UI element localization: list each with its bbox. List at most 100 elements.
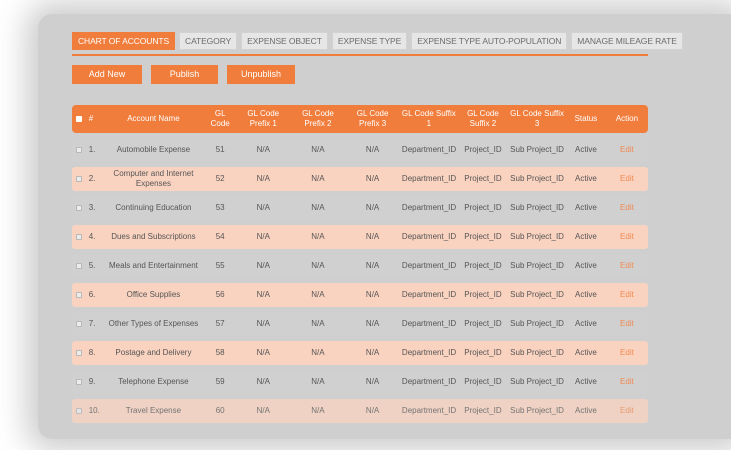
prefix-1-cell: N/A <box>235 225 291 249</box>
edit-link[interactable]: Edit <box>620 377 634 386</box>
account-name-cell: Travel Expense <box>102 399 205 423</box>
header-status[interactable]: Status <box>565 105 606 133</box>
row-checkbox[interactable] <box>76 349 83 356</box>
action-cell: Edit <box>605 254 648 278</box>
content-area: CHART OF ACCOUNTS CATEGORY EXPENSE OBJEC… <box>72 32 683 428</box>
gl-code-cell: 56 <box>204 283 236 307</box>
row-checkbox[interactable] <box>76 291 83 298</box>
table-row: 9. Telephone Expense 59 N/A N/A N/A Depa… <box>72 370 648 394</box>
table-row: 7. Other Types of Expenses 57 N/A N/A N/… <box>72 312 648 336</box>
suffix-3-cell: Sub Project_ID <box>508 167 566 191</box>
header-gl-prefix-3[interactable]: GL Code Prefix 3 <box>345 105 400 133</box>
gl-code-cell: 55 <box>204 254 236 278</box>
prefix-2-cell: N/A <box>290 138 346 162</box>
header-gl-suffix-3[interactable]: GL Code Suffix 3 <box>508 105 566 133</box>
unpublish-button[interactable]: Unpublish <box>227 65 295 84</box>
gl-code-cell: 54 <box>204 225 236 249</box>
header-gl-code[interactable]: GL Code <box>204 105 236 133</box>
action-cell: Edit <box>605 312 648 336</box>
row-checkbox[interactable] <box>76 378 83 385</box>
row-checkbox[interactable] <box>76 262 83 269</box>
account-name-cell: Postage and Delivery <box>102 341 205 365</box>
row-checkbox[interactable] <box>76 320 83 327</box>
gl-code-cell: 58 <box>204 341 236 365</box>
row-checkbox[interactable] <box>76 146 83 153</box>
suffix-1-cell: Department_ID <box>399 225 458 249</box>
prefix-3-cell: N/A <box>345 167 400 191</box>
select-all-cell <box>72 105 87 133</box>
prefix-3-cell: N/A <box>345 225 400 249</box>
account-name-cell: Dues and Subscriptions <box>102 225 205 249</box>
action-cell: Edit <box>605 225 648 249</box>
status-cell: Active <box>565 399 606 423</box>
suffix-2-cell: Project_ID <box>457 341 509 365</box>
row-checkbox[interactable] <box>76 175 83 182</box>
suffix-2-cell: Project_ID <box>457 370 509 394</box>
status-cell: Active <box>565 225 606 249</box>
row-checkbox-cell <box>72 196 87 220</box>
suffix-1-cell: Department_ID <box>399 399 458 423</box>
suffix-1-cell: Department_ID <box>399 341 458 365</box>
prefix-2-cell: N/A <box>290 312 346 336</box>
row-num: 5. <box>86 254 103 278</box>
edit-link[interactable]: Edit <box>620 174 634 183</box>
prefix-3-cell: N/A <box>345 341 400 365</box>
publish-button[interactable]: Publish <box>151 65 218 84</box>
row-checkbox-cell <box>72 167 87 191</box>
suffix-2-cell: Project_ID <box>457 254 509 278</box>
accounts-table: # Account Name GL Code GL Code Prefix 1 … <box>72 100 648 428</box>
action-cell: Edit <box>605 399 648 423</box>
tab-manage-mileage-rate[interactable]: MANAGE MILEAGE RATE <box>571 32 683 50</box>
edit-link[interactable]: Edit <box>620 203 634 212</box>
status-cell: Active <box>565 283 606 307</box>
header-account-name[interactable]: Account Name <box>102 105 205 133</box>
prefix-3-cell: N/A <box>345 399 400 423</box>
prefix-3-cell: N/A <box>345 138 400 162</box>
edit-link[interactable]: Edit <box>620 348 634 357</box>
edit-link[interactable]: Edit <box>620 145 634 154</box>
prefix-2-cell: N/A <box>290 341 346 365</box>
suffix-2-cell: Project_ID <box>457 225 509 249</box>
tab-expense-object[interactable]: EXPENSE OBJECT <box>241 32 328 50</box>
header-num: # <box>86 105 103 133</box>
edit-link[interactable]: Edit <box>620 319 634 328</box>
header-gl-suffix-1[interactable]: GL Code Suffix 1 <box>399 105 458 133</box>
row-checkbox[interactable] <box>76 407 83 414</box>
header-gl-prefix-2[interactable]: GL Code Prefix 2 <box>290 105 346 133</box>
row-checkbox[interactable] <box>76 233 83 240</box>
edit-link[interactable]: Edit <box>620 406 634 415</box>
edit-link[interactable]: Edit <box>620 261 634 270</box>
prefix-1-cell: N/A <box>235 370 291 394</box>
table-row: 2. Computer and Internet Expenses 52 N/A… <box>72 167 648 191</box>
suffix-1-cell: Department_ID <box>399 254 458 278</box>
toolbar: Add New Publish Unpublish <box>72 65 648 84</box>
prefix-3-cell: N/A <box>345 312 400 336</box>
add-new-button[interactable]: Add New <box>72 65 142 84</box>
suffix-2-cell: Project_ID <box>457 312 509 336</box>
suffix-3-cell: Sub Project_ID <box>508 196 566 220</box>
suffix-1-cell: Department_ID <box>399 370 458 394</box>
prefix-1-cell: N/A <box>235 138 291 162</box>
tab-expense-type-auto-population[interactable]: EXPENSE TYPE AUTO-POPULATION <box>411 32 568 50</box>
tab-category[interactable]: CATEGORY <box>179 32 238 50</box>
row-checkbox[interactable] <box>76 204 83 211</box>
header-gl-suffix-2[interactable]: GL Code Suffix 2 <box>457 105 509 133</box>
row-num: 9. <box>86 370 103 394</box>
row-num: 1. <box>86 138 103 162</box>
suffix-3-cell: Sub Project_ID <box>508 283 566 307</box>
tab-chart-of-accounts[interactable]: CHART OF ACCOUNTS <box>72 32 176 50</box>
account-name-cell: Telephone Expense <box>102 370 205 394</box>
select-all-checkbox[interactable] <box>76 115 83 122</box>
header-gl-prefix-1[interactable]: GL Code Prefix 1 <box>235 105 291 133</box>
tab-expense-type[interactable]: EXPENSE TYPE <box>331 32 408 50</box>
account-name-cell: Automobile Expense <box>102 138 205 162</box>
prefix-2-cell: N/A <box>290 225 346 249</box>
account-name-cell: Office Supplies <box>102 283 205 307</box>
prefix-2-cell: N/A <box>290 370 346 394</box>
table-body: 1. Automobile Expense 51 N/A N/A N/A Dep… <box>72 138 648 423</box>
edit-link[interactable]: Edit <box>620 290 634 299</box>
action-cell: Edit <box>605 283 648 307</box>
suffix-3-cell: Sub Project_ID <box>508 370 566 394</box>
suffix-2-cell: Project_ID <box>457 167 509 191</box>
edit-link[interactable]: Edit <box>620 232 634 241</box>
